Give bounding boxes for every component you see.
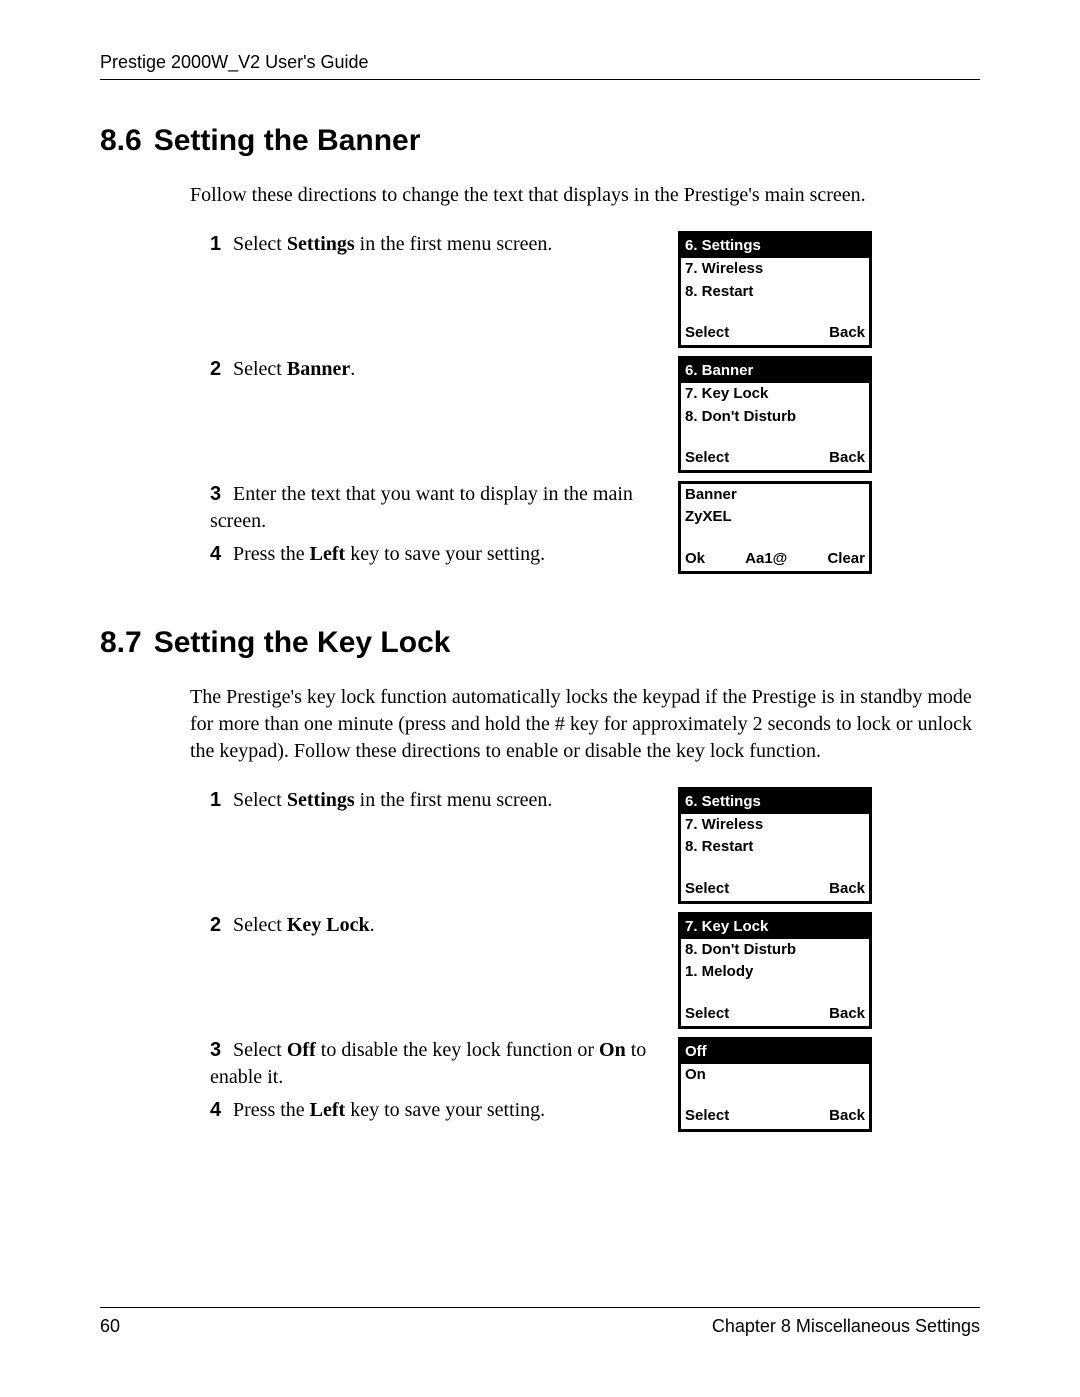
step-1-text: 1 Select Settings in the first menu scre… [210,231,678,258]
step-2-text: 2 Select Banner. [210,356,678,383]
softkey-ok: Ok [685,549,705,569]
section-8-6-steps: 1 Select Settings in the first menu scre… [210,231,980,582]
softkey-select: Select [685,448,729,468]
section-8-7-steps: 1 Select Settings in the first menu scre… [210,787,980,1140]
softkey-mode: Aa1@ [745,549,787,569]
step-2-text: 2 Select Key Lock. [210,912,678,939]
softkey-select: Select [685,323,729,343]
section-8-7-heading: 8.7 Setting the Key Lock [100,626,980,660]
section-number: 8.6 [100,124,142,157]
page: Prestige 2000W_V2 User's Guide 8.6 Settin… [0,0,1080,1397]
step-3-4-text: 3 Select Off to disable the key lock fun… [210,1037,678,1124]
chapter-title: Chapter 8 Miscellaneous Settings [712,1316,980,1337]
phone-screen-banner-menu: 6. Banner 7. Key Lock 8. Don't Disturb S… [678,356,872,473]
softkey-back: Back [829,879,865,899]
step-1-text: 1 Select Settings in the first menu scre… [210,787,678,814]
section-8-6-heading: 8.6 Setting the Banner [100,124,980,158]
running-header: Prestige 2000W_V2 User's Guide [100,52,980,80]
softkey-back: Back [829,1106,865,1126]
section-8-7-intro: The Prestige's key lock function automat… [190,684,980,765]
softkey-select: Select [685,1106,729,1126]
section-title: Setting the Key Lock [154,626,451,659]
softkey-select: Select [685,1004,729,1024]
softkey-back: Back [829,323,865,343]
page-footer: 60 Chapter 8 Miscellaneous Settings [100,1307,980,1337]
softkey-back: Back [829,1004,865,1024]
page-number: 60 [100,1316,120,1337]
softkey-back: Back [829,448,865,468]
phone-screen-settings: 6. Settings 7. Wireless 8. Restart Selec… [678,231,872,348]
section-number: 8.7 [100,626,142,659]
softkey-clear: Clear [827,549,865,569]
phone-screen-settings: 6. Settings 7. Wireless 8. Restart Selec… [678,787,872,904]
softkey-select: Select [685,879,729,899]
phone-screen-banner-entry: Banner ZyXEL Ok Aa1@ Clear [678,481,872,574]
step-3-4-text: 3 Enter the text that you want to displa… [210,481,678,568]
section-title: Setting the Banner [154,124,421,157]
phone-screen-keylock-menu: 7. Key Lock 8. Don't Disturb 1. Melody S… [678,912,872,1029]
phone-screen-keylock-options: Off On SelectBack [678,1037,872,1132]
section-8-6-intro: Follow these directions to change the te… [190,182,980,209]
